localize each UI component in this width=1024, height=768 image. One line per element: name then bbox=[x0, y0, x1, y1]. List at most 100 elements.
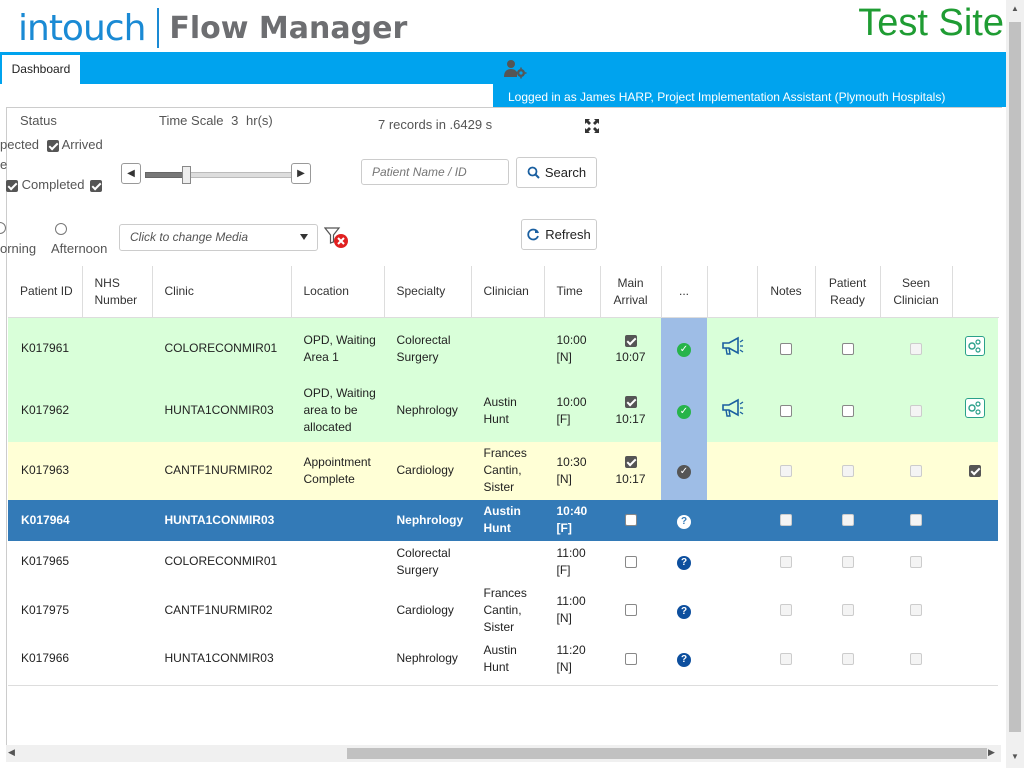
vertical-scrollbar[interactable]: ▲ ▼ bbox=[1006, 0, 1024, 768]
workflow-settings-icon[interactable] bbox=[965, 398, 985, 418]
table-row[interactable]: K017961 COLORECONMIR01 OPD, Waiting Area 1… bbox=[8, 317, 998, 380]
slider-left-arrow[interactable]: ◀ bbox=[121, 163, 141, 184]
horizontal-scroll-thumb[interactable] bbox=[347, 748, 987, 759]
slider-right-arrow[interactable]: ▶ bbox=[291, 163, 311, 184]
check-circle-icon[interactable]: ✓ bbox=[677, 343, 691, 358]
patient-ready-checkbox bbox=[841, 514, 854, 527]
search-button[interactable]: Search bbox=[516, 157, 597, 188]
horizontal-scrollbar[interactable]: ◀ ▶ bbox=[6, 745, 1001, 762]
patient-ready-checkbox[interactable] bbox=[841, 343, 854, 356]
cell-announce bbox=[707, 379, 757, 442]
main-arrival-checkbox[interactable] bbox=[624, 334, 637, 347]
afternoon-label: Afternoon bbox=[51, 241, 108, 256]
cell-clinician bbox=[471, 317, 544, 380]
table-row[interactable]: K017962 HUNTA1CONMIR03 OPD, Waiting area t… bbox=[8, 379, 998, 442]
cell-main-arrival: 10:07 bbox=[600, 317, 661, 380]
cell-patient-id: K017966 bbox=[8, 637, 82, 680]
morning-radio[interactable] bbox=[0, 222, 6, 234]
seen-clinician-checkbox bbox=[910, 604, 922, 617]
header-specialty[interactable]: Specialty bbox=[383, 266, 472, 318]
notes-checkbox bbox=[780, 514, 792, 527]
main-arrival-checkbox[interactable] bbox=[624, 652, 637, 665]
patient-search-input[interactable] bbox=[361, 159, 509, 185]
cell-clinician: Austin Hunt bbox=[471, 379, 544, 442]
cell-patient-ready bbox=[815, 540, 880, 583]
afternoon-radio[interactable] bbox=[55, 223, 67, 235]
slider-handle[interactable] bbox=[182, 166, 191, 184]
header-patient-ready[interactable]: Patient Ready bbox=[814, 266, 881, 318]
cell-patient-id: K017975 bbox=[8, 582, 82, 638]
arrival-time: 10:17 bbox=[615, 411, 646, 426]
patient-ready-checkbox bbox=[841, 652, 854, 665]
vertical-scroll-thumb[interactable] bbox=[1009, 22, 1021, 732]
main-arrival-checkbox[interactable] bbox=[624, 396, 637, 409]
cell-status: ? bbox=[661, 540, 707, 583]
cell-seen-clinician bbox=[880, 317, 952, 380]
completed-row-checkbox[interactable] bbox=[969, 464, 981, 477]
cell-nhs-number bbox=[82, 540, 152, 583]
question-circle-icon[interactable]: ? bbox=[677, 653, 691, 667]
seen-clinician-checkbox bbox=[910, 652, 922, 665]
workflow-settings-icon[interactable] bbox=[965, 336, 985, 357]
status-checkbox-left[interactable] bbox=[6, 179, 18, 192]
main-arrival-checkbox[interactable] bbox=[624, 456, 637, 469]
header-notes[interactable]: Notes bbox=[756, 266, 816, 318]
header-clinician[interactable]: Clinician bbox=[470, 266, 545, 318]
notes-checkbox[interactable] bbox=[780, 343, 792, 356]
notes-checkbox[interactable] bbox=[780, 404, 792, 417]
main-arrival-checkbox[interactable] bbox=[624, 514, 637, 527]
logo-divider bbox=[157, 8, 160, 48]
header-location[interactable]: Location bbox=[290, 266, 385, 318]
expand-icon[interactable] bbox=[584, 118, 600, 134]
table-row[interactable]: K017975 CANTF1NURMIR02 Cardiology Frances C… bbox=[8, 582, 998, 638]
megaphone-icon[interactable] bbox=[720, 398, 744, 421]
question-circle-icon[interactable]: ? bbox=[677, 514, 691, 529]
media-select[interactable]: Click to change Media bbox=[119, 224, 318, 251]
main-arrival-checkbox[interactable] bbox=[624, 555, 637, 568]
search-icon bbox=[527, 166, 540, 179]
header-time[interactable]: Time bbox=[543, 266, 601, 318]
cell-notes bbox=[757, 379, 815, 442]
cell-time: 11:00 [F] bbox=[544, 540, 600, 583]
header-status[interactable]: ... bbox=[660, 266, 708, 318]
main-arrival-checkbox[interactable] bbox=[624, 604, 637, 617]
search-button-label: Search bbox=[544, 165, 587, 180]
completed-check-icon[interactable]: ✓ bbox=[677, 465, 691, 479]
refresh-button[interactable]: Refresh bbox=[521, 219, 597, 250]
scroll-up-arrow[interactable]: ▲ bbox=[1011, 4, 1019, 13]
cell-main-arrival bbox=[600, 582, 661, 638]
header-patient-id[interactable]: Patient ID bbox=[8, 266, 83, 318]
cell-location: OPD, Waiting area to be allocated bbox=[291, 379, 384, 442]
time-scale-slider[interactable]: ◀ ▶ bbox=[121, 163, 312, 186]
header-clinic[interactable]: Clinic bbox=[151, 266, 292, 318]
cell-seen-clinician bbox=[880, 582, 952, 638]
cell-location: OPD, Waiting Area 1 bbox=[291, 317, 384, 380]
check-circle-icon[interactable]: ✓ bbox=[677, 405, 691, 419]
cell-patient-id: K017964 bbox=[8, 499, 82, 541]
question-circle-icon[interactable]: ? bbox=[677, 604, 691, 619]
arrived-label: Arrived bbox=[61, 137, 103, 152]
scroll-right-arrow[interactable]: ▶ bbox=[988, 747, 995, 758]
question-circle-icon[interactable]: ? bbox=[677, 556, 691, 570]
cell-patient-id: K017963 bbox=[8, 441, 82, 500]
tab-dashboard[interactable]: Dashboard bbox=[2, 55, 80, 84]
cell-status: ? bbox=[661, 499, 707, 541]
scroll-left-arrow[interactable]: ◀ bbox=[8, 747, 15, 758]
user-settings-icon[interactable] bbox=[503, 59, 527, 79]
completed-checkbox[interactable] bbox=[90, 179, 103, 192]
clear-filter-icon[interactable] bbox=[323, 226, 350, 250]
table-row[interactable]: K017965 COLORECONMIR01 Colorectal Surgery 1… bbox=[8, 540, 998, 583]
cell-seen-clinician bbox=[880, 540, 952, 583]
megaphone-icon[interactable] bbox=[720, 336, 744, 359]
header-nhs-number[interactable]: NHS Number bbox=[81, 266, 153, 318]
cell-nhs-number bbox=[82, 441, 152, 500]
scroll-down-arrow[interactable]: ▼ bbox=[1011, 752, 1019, 761]
patient-ready-checkbox[interactable] bbox=[841, 404, 854, 417]
cell-clinic: HUNTA1CONMIR03 bbox=[152, 499, 291, 541]
table-row[interactable]: K017966 HUNTA1CONMIR03 Nephrology Austin Hu… bbox=[8, 637, 998, 680]
table-row[interactable]: K017963 CANTF1NURMIR02 Appointment Complet… bbox=[8, 441, 998, 500]
header-main-arrival[interactable]: Main Arrival bbox=[599, 266, 662, 318]
header-seen-clinician[interactable]: Seen Clinician bbox=[879, 266, 953, 318]
arrived-checkbox[interactable] bbox=[46, 139, 59, 152]
table-row[interactable]: K017964 HUNTA1CONMIR03 Nephrology Austin Hu… bbox=[8, 499, 998, 541]
